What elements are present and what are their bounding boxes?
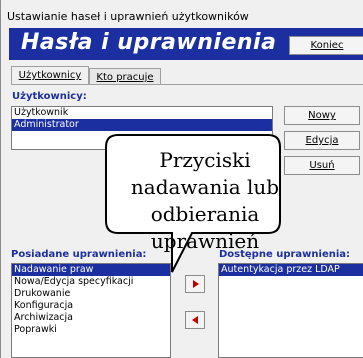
callout-text: Przyciski nadawania lub odbierania upraw… <box>130 148 280 253</box>
